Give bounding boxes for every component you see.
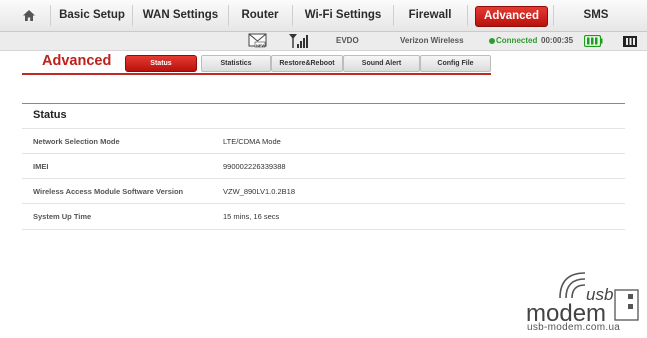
status-value: LTE/CDMA Mode — [223, 137, 281, 146]
nav-divider — [50, 5, 51, 26]
status-value: 990002226339388 — [223, 162, 286, 171]
status-bar: NEW EVDO Verizon Wireless Connected 00:0… — [0, 32, 647, 51]
usb-modem-logo-icon: usb modem — [526, 272, 639, 327]
nav-divider — [467, 5, 468, 26]
page-title: Advanced — [42, 53, 112, 69]
svg-text:modem: modem — [526, 300, 606, 324]
status-label: IMEI — [33, 162, 49, 171]
status-value: 15 mins, 16 secs — [223, 212, 280, 221]
connection-status: Connected — [496, 36, 538, 45]
tab-restore-reboot[interactable]: Restore&Reboot — [271, 55, 343, 72]
tab-config-file[interactable]: Config File — [420, 55, 491, 72]
status-row: Wireless Access Module Software Version … — [22, 178, 625, 204]
watermark-url: usb-modem.com.ua — [527, 322, 621, 333]
tab-status[interactable]: Status — [125, 55, 197, 72]
home-icon — [23, 10, 35, 21]
nav-wifi-settings[interactable]: Wi-Fi Settings — [293, 0, 393, 31]
network-type: EVDO — [336, 36, 359, 45]
nav-advanced[interactable]: Advanced — [475, 6, 548, 27]
status-label: System Up Time — [33, 212, 92, 221]
status-row: IMEI 990002226339388 — [22, 153, 625, 179]
nav-basic-setup[interactable]: Basic Setup — [52, 0, 132, 31]
nav-wan-settings[interactable]: WAN Settings — [133, 0, 228, 31]
connected-dot-icon — [489, 38, 495, 44]
status-row: Network Selection Mode LTE/CDMA Mode — [22, 128, 625, 154]
nav-firewall[interactable]: Firewall — [394, 0, 466, 31]
connection-timer: 00:00:35 — [541, 36, 574, 45]
carrier-name: Verizon Wireless — [400, 36, 464, 45]
tab-statistics[interactable]: Statistics — [201, 55, 271, 72]
status-label: Network Selection Mode — [33, 137, 120, 146]
status-value: VZW_890LV1.0.2B18 — [223, 187, 295, 196]
top-navigation: Basic Setup WAN Settings Router Wi-Fi Se… — [0, 0, 647, 32]
signal-strength-icon — [289, 34, 311, 52]
home-button[interactable] — [16, 0, 42, 31]
nav-divider — [553, 5, 554, 26]
page-header: Advanced Status Statistics Restore&Reboo… — [0, 51, 647, 75]
section-divider — [22, 103, 625, 104]
nav-sms[interactable]: SMS — [560, 0, 632, 31]
status-label: Wireless Access Module Software Version — [33, 187, 184, 196]
tab-sound-alert[interactable]: Sound Alert — [343, 55, 420, 72]
section-title: Status — [33, 109, 67, 121]
status-row: System Up Time 15 mins, 16 secs — [22, 203, 625, 230]
header-underline — [22, 73, 491, 75]
nav-router[interactable]: Router — [229, 0, 291, 31]
